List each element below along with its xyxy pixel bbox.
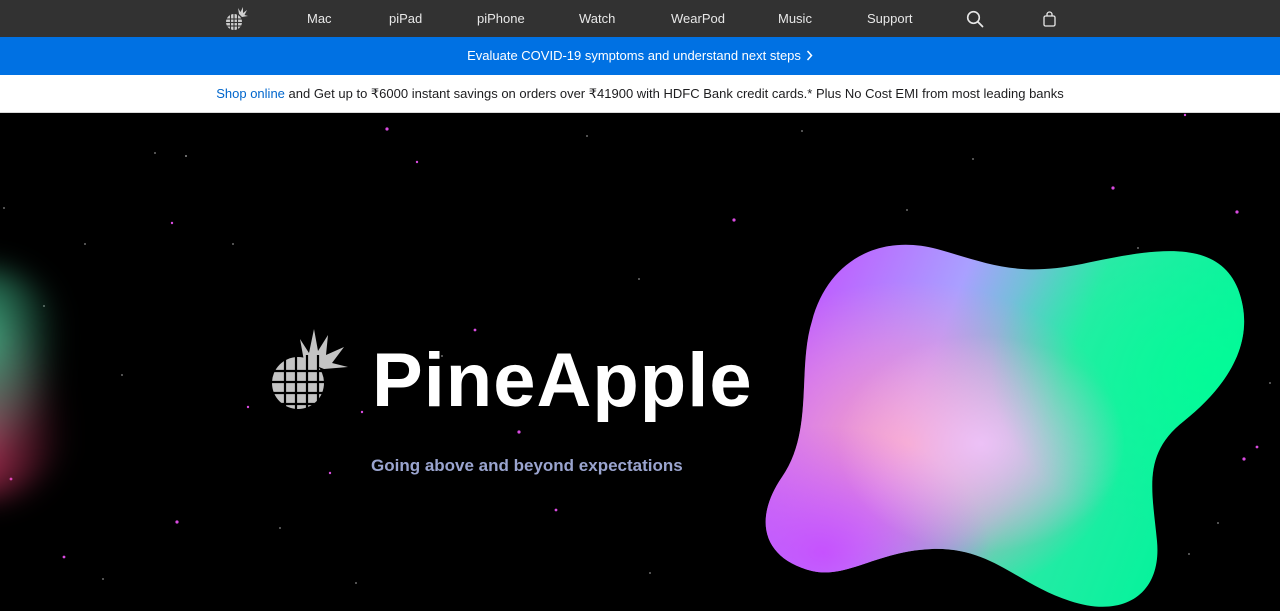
search-icon[interactable]: [964, 0, 986, 37]
nav-item-mac[interactable]: Mac: [307, 0, 332, 37]
nav-item-wearpod[interactable]: WearPod: [671, 0, 725, 37]
pineapple-logo-icon[interactable]: [222, 0, 250, 37]
hero-title: PineApple: [372, 338, 753, 423]
pineapple-logo-icon: [270, 329, 348, 409]
hero-section: PineApple Going above and beyond expecta…: [0, 113, 1280, 611]
nav-item-music[interactable]: Music: [778, 0, 812, 37]
nav-item-piphone[interactable]: piPhone: [477, 0, 525, 37]
hero-tagline: Going above and beyond expectations: [371, 456, 683, 475]
promo-text: and Get up to ₹6000 instant savings on o…: [284, 86, 1064, 101]
global-nav: Mac piPad piPhone Watch WearPod Music Su…: [0, 0, 1280, 37]
nav-item-pipad[interactable]: piPad: [389, 0, 422, 37]
shop-online-link[interactable]: Shop online: [216, 86, 285, 101]
shopping-bag-icon[interactable]: [1040, 0, 1058, 37]
covid-banner: Evaluate COVID-19 symptoms and understan…: [0, 37, 1280, 75]
covid-banner-text: Evaluate COVID-19 symptoms and understan…: [467, 48, 801, 63]
nav-item-watch[interactable]: Watch: [579, 0, 615, 37]
promo-strip: Shop online and Get up to ₹6000 instant …: [0, 75, 1280, 113]
chevron-right-icon: [806, 38, 813, 76]
gradient-blob-graphic: [765, 244, 1245, 607]
covid-banner-link[interactable]: Evaluate COVID-19 symptoms and understan…: [467, 48, 813, 63]
nav-item-support[interactable]: Support: [867, 0, 913, 37]
